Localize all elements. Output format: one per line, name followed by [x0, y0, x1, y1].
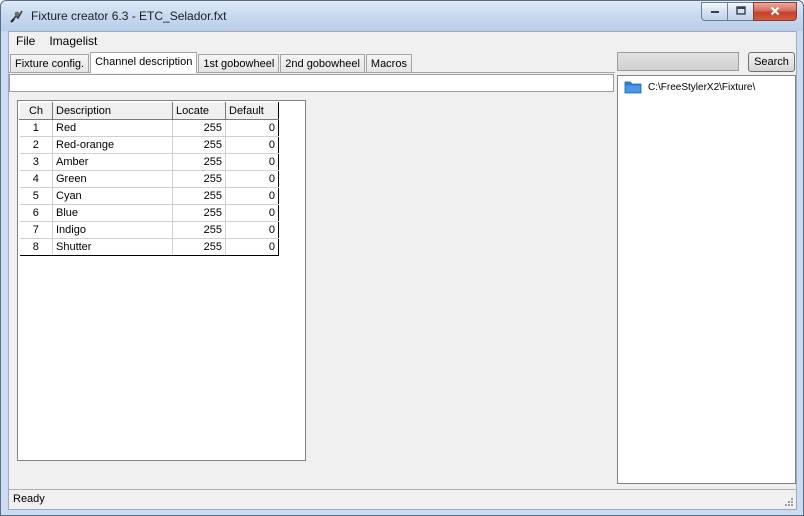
cell-description[interactable]: Green [52, 170, 173, 188]
cell-default[interactable]: 0 [225, 153, 279, 171]
tab-fixture-config[interactable]: Fixture config. [10, 54, 90, 73]
app-icon [9, 8, 25, 24]
status-text: Ready [13, 493, 45, 505]
cell-default[interactable]: 0 [225, 170, 279, 188]
menu-bar: File Imagelist [9, 32, 796, 50]
cell-default[interactable]: 0 [225, 187, 279, 205]
cell-description[interactable]: Blue [52, 204, 173, 222]
table-row: 8 Shutter 255 0 [19, 238, 279, 256]
cell-locate[interactable]: 255 [172, 238, 226, 256]
cell-ch[interactable]: 8 [19, 238, 53, 256]
cell-description[interactable]: Cyan [52, 187, 173, 205]
cell-default[interactable]: 0 [225, 221, 279, 239]
close-icon [770, 5, 780, 18]
cell-ch[interactable]: 6 [19, 204, 53, 222]
maximize-button[interactable] [727, 2, 753, 21]
table-row: 6 Blue 255 0 [19, 204, 279, 222]
channel-table: Ch Description Locate Default 1 Red 255 … [19, 102, 279, 256]
table-row: 4 Green 255 0 [19, 170, 279, 188]
cell-locate[interactable]: 255 [172, 221, 226, 239]
cell-description[interactable]: Amber [52, 153, 173, 171]
window-title: Fixture creator 6.3 - ETC_Selador.fxt [31, 9, 227, 23]
cell-ch[interactable]: 4 [19, 170, 53, 188]
cell-ch[interactable]: 2 [19, 136, 53, 154]
cell-ch[interactable]: 3 [19, 153, 53, 171]
tab-channel-description[interactable]: Channel description [90, 52, 198, 73]
menu-file[interactable]: File [9, 32, 42, 50]
column-header-locate[interactable]: Locate [172, 102, 226, 120]
cell-locate[interactable]: 255 [172, 119, 226, 137]
cell-description[interactable]: Indigo [52, 221, 173, 239]
tree-item-label: C:\FreeStylerX2\Fixture\ [648, 81, 756, 93]
cell-locate[interactable]: 255 [172, 170, 226, 188]
search-button[interactable]: Search [748, 52, 795, 72]
cell-locate[interactable]: 255 [172, 204, 226, 222]
cell-ch[interactable]: 5 [19, 187, 53, 205]
tab-macros[interactable]: Macros [365, 54, 412, 73]
title-bar[interactable]: Fixture creator 6.3 - ETC_Selador.fxt [1, 1, 803, 31]
column-header-default[interactable]: Default [225, 102, 279, 120]
cell-default[interactable]: 0 [225, 119, 279, 137]
fixture-folder-tree[interactable]: C:\FreeStylerX2\Fixture\ [617, 75, 796, 484]
cell-locate[interactable]: 255 [172, 136, 226, 154]
cell-default[interactable]: 0 [225, 204, 279, 222]
app-window: Fixture creator 6.3 - ETC_Selador.fxt Fi… [0, 0, 804, 516]
tab-2nd-gobowheel[interactable]: 2nd gobowheel [280, 54, 365, 73]
cell-description[interactable]: Red-orange [52, 136, 173, 154]
client-area: File Imagelist Fixture config. Channel d… [8, 31, 797, 510]
tab-1st-gobowheel[interactable]: 1st gobowheel [198, 54, 280, 73]
menu-imagelist[interactable]: Imagelist [42, 32, 104, 50]
status-bar: Ready [9, 489, 796, 509]
table-row: 3 Amber 255 0 [19, 153, 279, 171]
close-button[interactable] [753, 2, 797, 21]
minimize-button[interactable] [701, 2, 727, 21]
tree-item-fixture-folder[interactable]: C:\FreeStylerX2\Fixture\ [624, 80, 755, 94]
channel-description-page: Ch Description Locate Default 1 Red 255 … [9, 72, 615, 489]
cell-description[interactable]: Red [52, 119, 173, 137]
table-row: 7 Indigo 255 0 [19, 221, 279, 239]
maximize-icon [735, 5, 746, 18]
table-row: 5 Cyan 255 0 [19, 187, 279, 205]
minimize-icon [710, 6, 720, 17]
cell-default[interactable]: 0 [225, 136, 279, 154]
cell-description[interactable]: Shutter [52, 238, 173, 256]
resize-grip-icon[interactable] [783, 496, 794, 507]
column-header-ch[interactable]: Ch [19, 102, 53, 120]
cell-locate[interactable]: 255 [172, 153, 226, 171]
tab-strip: Fixture config. Channel description 1st … [10, 52, 413, 73]
column-header-description[interactable]: Description [52, 102, 173, 120]
folder-icon [624, 80, 642, 94]
table-row: 1 Red 255 0 [19, 119, 279, 137]
cell-locate[interactable]: 255 [172, 187, 226, 205]
search-input[interactable] [617, 52, 739, 71]
cell-default[interactable]: 0 [225, 238, 279, 256]
caption-buttons [701, 2, 797, 21]
description-input[interactable] [9, 74, 614, 92]
cell-ch[interactable]: 7 [19, 221, 53, 239]
cell-ch[interactable]: 1 [19, 119, 53, 137]
channel-grid[interactable]: Ch Description Locate Default 1 Red 255 … [17, 100, 306, 461]
table-header-row: Ch Description Locate Default [19, 102, 279, 120]
table-row: 2 Red-orange 255 0 [19, 136, 279, 154]
